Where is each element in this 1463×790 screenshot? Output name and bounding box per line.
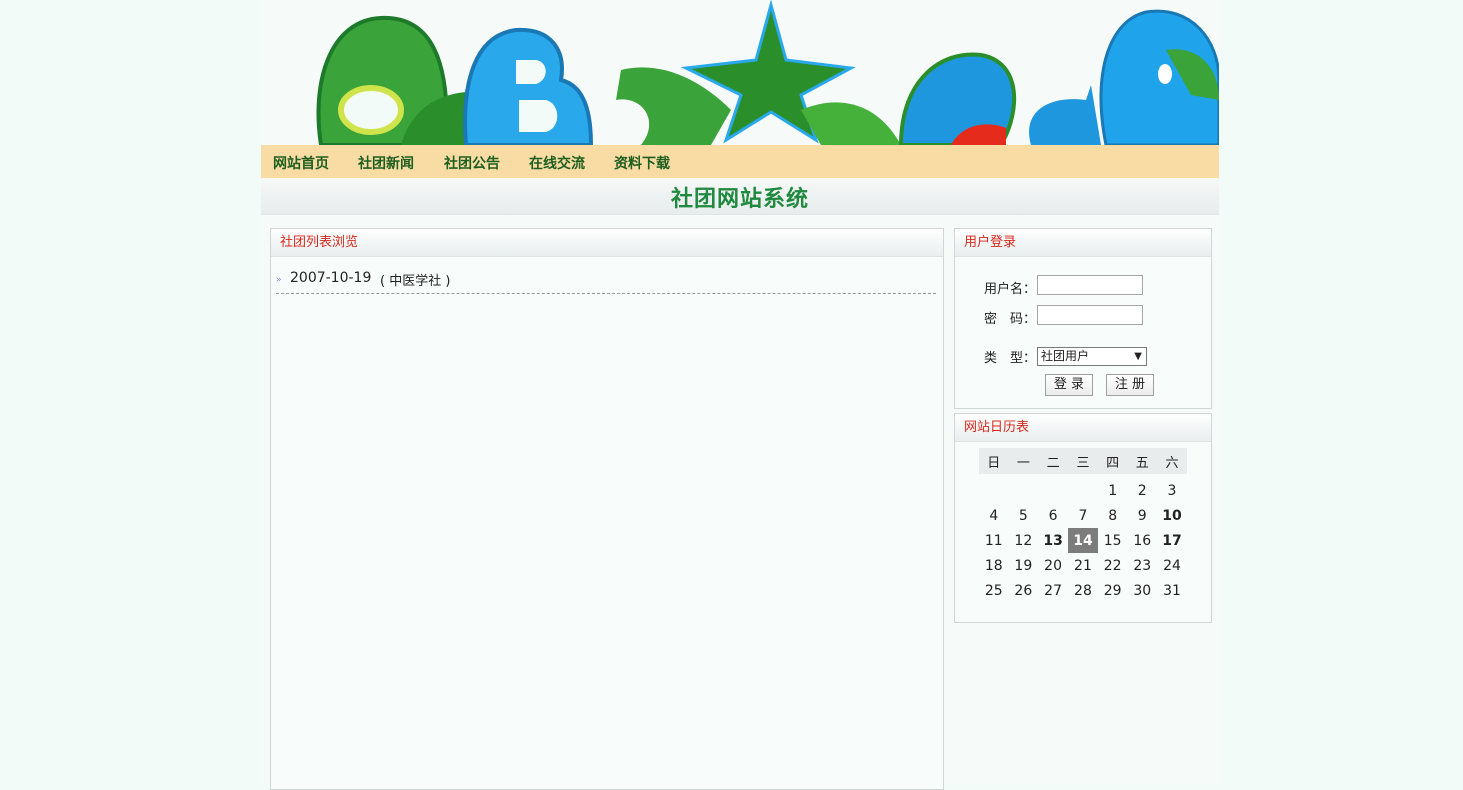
username-label: 用户名： bbox=[984, 282, 1037, 297]
calendar-weekday-header: 六 bbox=[1157, 448, 1187, 474]
list-item-date[interactable]: 2007-10-19 bbox=[290, 270, 371, 286]
calendar-weekday-header: 二 bbox=[1038, 448, 1069, 474]
user-type-label: 类 型： bbox=[984, 351, 1037, 366]
calendar-day-cell[interactable]: 18 bbox=[979, 553, 1009, 578]
calendar-day-cell[interactable]: 7 bbox=[1068, 503, 1098, 528]
calendar-day-cell[interactable]: 31 bbox=[1157, 578, 1187, 603]
calendar-day-cell[interactable]: 21 bbox=[1068, 553, 1098, 578]
calendar-grid: 日一二三四五六 1 2 3 4 5 6 7 8 9 10 11 12 13 14 15 16 17 18 19 20 2… bbox=[979, 448, 1187, 603]
calendar-day-cell[interactable]: 26 bbox=[1009, 578, 1039, 603]
club-list-panel-title: 社团列表浏览 bbox=[271, 229, 943, 257]
calendar-panel-title: 网站日历表 bbox=[955, 414, 1211, 442]
calendar-day-cell[interactable]: 24 bbox=[1157, 553, 1187, 578]
double-arrow-bullet-icon: » bbox=[276, 275, 282, 285]
login-panel-title: 用户登录 bbox=[955, 229, 1211, 257]
calendar-empty-cell bbox=[1068, 478, 1098, 503]
calendar-day-cell[interactable]: 2 bbox=[1127, 478, 1157, 503]
calendar-week-row: 4 5 6 7 8 9 10 bbox=[979, 503, 1187, 528]
main-nav: 网站首页 社团新闻 社团公告 在线交流 资料下载 bbox=[261, 145, 1219, 178]
page-container: 网站首页 社团新闻 社团公告 在线交流 资料下载 社团网站系统 社团列表浏览 »… bbox=[261, 0, 1219, 790]
club-list-panel: 社团列表浏览 » 2007-10-19 ( 中医学社 ) bbox=[270, 228, 944, 790]
calendar-day-cell[interactable]: 17 bbox=[1157, 528, 1187, 553]
calendar-day-cell[interactable]: 5 bbox=[1009, 503, 1039, 528]
calendar-day-cell[interactable]: 4 bbox=[979, 503, 1009, 528]
calendar-day-cell[interactable]: 6 bbox=[1038, 503, 1068, 528]
calendar-day-cell[interactable]: 9 bbox=[1127, 503, 1157, 528]
list-item-club-name[interactable]: ( 中医学社 ) bbox=[380, 270, 450, 289]
header-banner bbox=[261, 0, 1219, 145]
site-title: 社团网站系统 bbox=[670, 186, 809, 212]
calendar-day-cell[interactable]: 1 bbox=[1098, 478, 1128, 503]
site-title-bar: 社团网站系统 bbox=[261, 178, 1219, 215]
calendar-day-cell[interactable]: 27 bbox=[1038, 578, 1068, 603]
password-label: 密 码： bbox=[984, 312, 1037, 327]
nav-online-chat[interactable]: 在线交流 bbox=[529, 153, 585, 173]
register-button[interactable]: 注 册 bbox=[1106, 374, 1154, 396]
list-item[interactable]: » 2007-10-19 ( 中医学社 ) bbox=[276, 267, 936, 294]
calendar-day-cell[interactable]: 11 bbox=[979, 528, 1009, 553]
site-calendar-panel: 网站日历表 日一二三四五六 1 2 3 4 5 6 7 8 9 10 11 12 13 14 15 16 17 1… bbox=[954, 413, 1212, 623]
banner-graphic-image bbox=[316, 0, 1219, 145]
calendar-weekday-header: 日 bbox=[979, 448, 1009, 474]
calendar-today-cell[interactable]: 14 bbox=[1068, 528, 1098, 553]
nav-home[interactable]: 网站首页 bbox=[273, 153, 329, 173]
calendar-day-cell[interactable]: 19 bbox=[1009, 553, 1039, 578]
calendar-week-row: 18 19 20 21 22 23 24 bbox=[979, 553, 1187, 578]
calendar-week-row: 25 26 27 28 29 30 31 bbox=[979, 578, 1187, 603]
calendar-day-cell[interactable]: 12 bbox=[1009, 528, 1039, 553]
calendar-weekday-header: 五 bbox=[1127, 448, 1158, 474]
calendar-week-row: 123 bbox=[979, 478, 1187, 503]
calendar-day-cell[interactable]: 30 bbox=[1127, 578, 1157, 603]
calendar-day-cell[interactable]: 29 bbox=[1098, 578, 1128, 603]
calendar-weekday-header: 三 bbox=[1068, 448, 1098, 474]
calendar-day-cell[interactable]: 16 bbox=[1127, 528, 1157, 553]
login-panel: 用户登录 用户名： 密 码： 类 型： 社团用户 ▼ 登 录 注 册 bbox=[954, 228, 1212, 409]
nav-club-news[interactable]: 社团新闻 bbox=[358, 153, 414, 173]
calendar-day-cell[interactable]: 25 bbox=[979, 578, 1009, 603]
nav-downloads[interactable]: 资料下载 bbox=[614, 153, 670, 173]
calendar-day-cell[interactable]: 20 bbox=[1038, 553, 1068, 578]
nav-club-notices[interactable]: 社团公告 bbox=[444, 153, 500, 173]
login-button[interactable]: 登 录 bbox=[1045, 374, 1093, 396]
calendar-day-cell[interactable]: 22 bbox=[1098, 553, 1128, 578]
calendar-weekday-row: 日一二三四五六 bbox=[979, 448, 1187, 474]
calendar-day-cell[interactable]: 10 bbox=[1157, 503, 1187, 528]
dropdown-arrow-icon: ▼ bbox=[1134, 351, 1142, 362]
calendar-weekday-header: 四 bbox=[1097, 448, 1128, 474]
username-input[interactable] bbox=[1037, 275, 1143, 295]
password-input[interactable] bbox=[1037, 305, 1143, 325]
calendar-day-cell[interactable]: 8 bbox=[1098, 503, 1128, 528]
user-type-selected-value: 社团用户 bbox=[1041, 349, 1090, 363]
calendar-week-row: 11 12 13 14 15 16 17 bbox=[979, 528, 1187, 553]
calendar-day-cell[interactable]: 28 bbox=[1068, 578, 1098, 603]
user-type-select[interactable]: 社团用户 ▼ bbox=[1037, 347, 1147, 366]
calendar-day-cell[interactable]: 23 bbox=[1127, 553, 1157, 578]
calendar-day-cell[interactable]: 13 bbox=[1038, 528, 1068, 553]
calendar-empty-cell bbox=[979, 478, 1009, 503]
calendar-day-cell[interactable]: 15 bbox=[1098, 528, 1128, 553]
calendar-day-cell[interactable]: 3 bbox=[1157, 478, 1187, 503]
calendar-empty-cell bbox=[1009, 478, 1039, 503]
calendar-weekday-header: 一 bbox=[1008, 448, 1039, 474]
calendar-empty-cell bbox=[1038, 478, 1068, 503]
